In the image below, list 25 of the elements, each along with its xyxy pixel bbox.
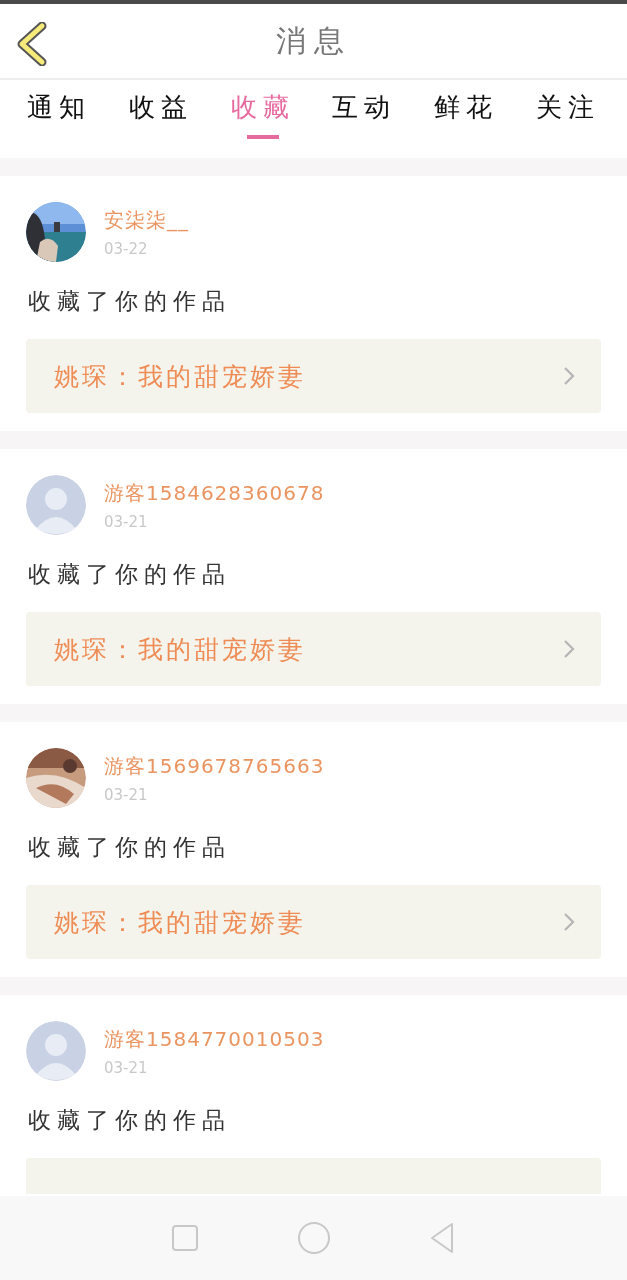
- user-name[interactable]: 游客1584628360678: [104, 479, 325, 507]
- user-name[interactable]: 游客1584770010503: [104, 1025, 325, 1053]
- tab[interactable]: 收益: [124, 80, 197, 142]
- tab[interactable]: 关注: [532, 80, 605, 142]
- chevron-right-icon: [563, 366, 575, 386]
- page-title: 消息: [275, 21, 352, 60]
- default-avatar-icon: [26, 1021, 86, 1081]
- home-icon[interactable]: [296, 1221, 331, 1255]
- chevron-right-icon: [563, 639, 575, 659]
- message-text: 收藏了你的作品: [28, 287, 232, 316]
- work-link[interactable]: 姚琛：我的甜宠娇妻: [26, 885, 601, 959]
- message-text: 收藏了你的作品: [28, 560, 232, 589]
- user-name[interactable]: 安柒柒__: [104, 206, 189, 234]
- message-text: 收藏了你的作品: [28, 1106, 232, 1135]
- chevron-right-icon: [563, 912, 575, 932]
- tab[interactable]: 收藏: [226, 80, 299, 142]
- tab[interactable]: 鲜花: [430, 80, 503, 142]
- default-avatar-icon: [26, 475, 86, 535]
- tab[interactable]: 通知: [22, 80, 95, 142]
- work-link[interactable]: 姚琛：我的甜宠娇妻: [26, 612, 601, 686]
- back-icon[interactable]: [16, 22, 48, 66]
- tab[interactable]: 互动: [328, 80, 401, 142]
- work-link[interactable]: 姚琛：我的甜宠娇妻: [26, 339, 601, 413]
- message-text: 收藏了你的作品: [28, 833, 232, 862]
- user-name[interactable]: 游客1569678765663: [104, 752, 325, 780]
